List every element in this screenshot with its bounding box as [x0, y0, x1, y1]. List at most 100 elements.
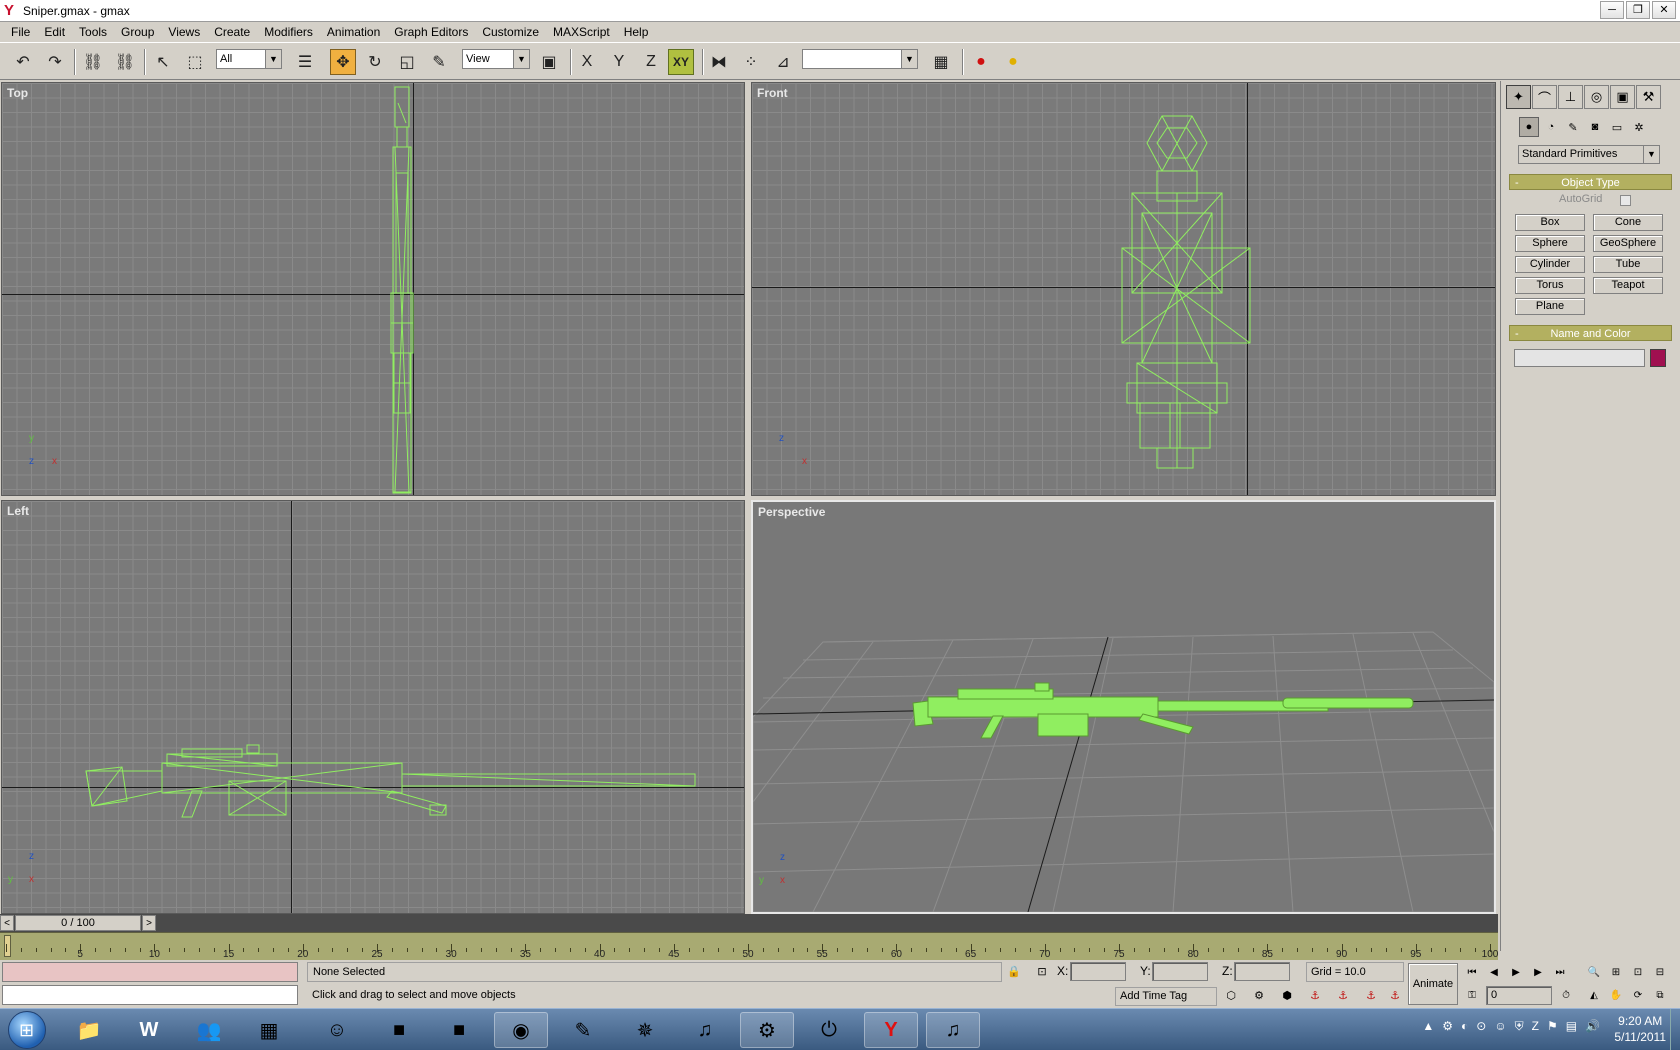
name-and-color-rollout-header[interactable]: - Name and Color: [1509, 325, 1672, 341]
menu-customize[interactable]: Customize: [475, 22, 546, 42]
animate-button[interactable]: Animate: [1408, 963, 1458, 1005]
mirror-icon[interactable]: ⧓: [706, 49, 732, 75]
taskbar-word-icon[interactable]: W: [122, 1012, 176, 1048]
shapes-icon[interactable]: ◔: [1541, 117, 1561, 137]
menu-tools[interactable]: Tools: [72, 22, 114, 42]
cylinder-button[interactable]: Cylinder: [1515, 256, 1585, 273]
absolute-mode-icon[interactable]: ⊡: [1034, 964, 1050, 980]
tray-expand-icon[interactable]: ▲: [1422, 1019, 1434, 1034]
maximize-viewport-icon[interactable]: ⧉: [1650, 986, 1670, 1006]
select-and-move-icon[interactable]: ✥: [330, 49, 356, 75]
selection-filter-dropdown[interactable]: All ▼: [216, 49, 282, 69]
go-to-end-icon[interactable]: ⏭: [1550, 963, 1570, 983]
align-icon[interactable]: ⊿: [770, 49, 796, 75]
taskbar-itunes-open-icon[interactable]: ♫: [926, 1012, 980, 1048]
torus-button[interactable]: Torus: [1515, 277, 1585, 294]
display-tab-icon[interactable]: ▣: [1610, 85, 1635, 109]
select-and-manipulate-icon[interactable]: ✎: [426, 49, 452, 75]
menu-help[interactable]: Help: [617, 22, 656, 42]
restrict-y-button[interactable]: Y: [606, 49, 632, 75]
tray-keyboard-icon[interactable]: Z: [1532, 1019, 1539, 1034]
autogrid-checkbox[interactable]: [1620, 195, 1631, 206]
select-and-rotate-icon[interactable]: ↻: [362, 49, 388, 75]
degradation-override-icon[interactable]: ⬡: [1222, 987, 1240, 1005]
time-slider[interactable]: < 0 / 100 >: [0, 914, 1498, 932]
minimize-button[interactable]: ─: [1600, 1, 1624, 19]
tray-update-icon[interactable]: ⊙: [1476, 1019, 1486, 1034]
maxscript-listener-mini[interactable]: [2, 962, 298, 982]
menu-file[interactable]: File: [4, 22, 37, 42]
taskbar-gimp-icon[interactable]: ✎: [556, 1012, 610, 1048]
plugin-keyboard-icon[interactable]: ⚙: [1250, 987, 1268, 1005]
zoom-extents-all-icon[interactable]: ⊟: [1650, 963, 1670, 983]
plane-button[interactable]: Plane: [1515, 298, 1585, 315]
add-time-tag-button[interactable]: Add Time Tag: [1115, 987, 1217, 1006]
go-to-start-icon[interactable]: ⏮: [1462, 963, 1482, 983]
taskbar-minecraft-icon[interactable]: ■: [372, 1012, 426, 1048]
array-icon[interactable]: ⁘: [738, 49, 764, 75]
create-tab-icon[interactable]: ✦: [1506, 85, 1531, 109]
taskbar-chrome-icon[interactable]: ◉: [494, 1012, 548, 1048]
object-name-field[interactable]: [1514, 349, 1645, 367]
material-editor-icon[interactable]: ●: [968, 49, 994, 75]
tray-security-icon[interactable]: ⛨: [1515, 1019, 1524, 1034]
tray-network-icon[interactable]: ▤: [1566, 1019, 1577, 1034]
pan-icon[interactable]: ✋: [1606, 986, 1626, 1006]
time-slider-prev-arrow-icon[interactable]: <: [0, 915, 14, 931]
viewport-left[interactable]: Left z y x: [1, 500, 745, 914]
hierarchy-tab-icon[interactable]: ⊥: [1558, 85, 1583, 109]
menu-animation[interactable]: Animation: [320, 22, 387, 42]
time-configuration-icon[interactable]: ⏱: [1556, 986, 1576, 1006]
next-frame-icon[interactable]: ▶: [1528, 963, 1548, 983]
taskbar-minecraft-2-icon[interactable]: ■: [432, 1012, 486, 1048]
motion-tab-icon[interactable]: ◎: [1584, 85, 1609, 109]
select-and-link-icon[interactable]: ⛓: [80, 49, 106, 75]
gmax-app-icon[interactable]: Y: [4, 2, 18, 19]
cone-button[interactable]: Cone: [1593, 214, 1663, 231]
time-slider-next-arrow-icon[interactable]: >: [142, 915, 156, 931]
restrict-z-button[interactable]: Z: [638, 49, 664, 75]
helpers-icon[interactable]: ▭: [1607, 117, 1627, 137]
menu-modifiers[interactable]: Modifiers: [257, 22, 320, 42]
close-button[interactable]: ✕: [1652, 1, 1676, 19]
angle-snap-icon[interactable]: ⚓: [1306, 987, 1324, 1005]
maximize-button[interactable]: ❐: [1626, 1, 1650, 19]
object-type-rollout-header[interactable]: - Object Type: [1509, 174, 1672, 190]
track-bar[interactable]: 5 10 15 20 25 30 35 40 45 50 55 60 65 70 75 80 85 90 95 100: [0, 932, 1498, 960]
restrict-x-button[interactable]: X: [574, 49, 600, 75]
viewport-perspective[interactable]: Perspective z y x: [751, 500, 1496, 914]
track-view-icon[interactable]: ▦: [928, 49, 954, 75]
edit-named-selections-icon[interactable]: ⚓: [1386, 987, 1404, 1005]
cameras-icon[interactable]: ◙: [1585, 117, 1605, 137]
taskbar-clock[interactable]: 9:20 AM 5/11/2011: [1614, 1013, 1666, 1045]
select-by-name-icon[interactable]: ☰: [292, 49, 318, 75]
menu-views[interactable]: Views: [161, 22, 207, 42]
arc-rotate-icon[interactable]: ⟳: [1628, 986, 1648, 1006]
viewport-front[interactable]: Front z x: [751, 82, 1496, 496]
menu-maxscript[interactable]: MAXScript: [546, 22, 617, 42]
taskbar-messenger-icon[interactable]: 👥: [182, 1012, 236, 1048]
select-and-scale-icon[interactable]: ◱: [394, 49, 420, 75]
object-color-swatch[interactable]: [1650, 349, 1666, 367]
render-scene-icon[interactable]: ●: [1000, 49, 1026, 75]
tray-yahoo-icon[interactable]: ☺: [1494, 1019, 1506, 1034]
zoom-extents-icon[interactable]: ⊡: [1628, 963, 1648, 983]
taskbar-calculator-icon[interactable]: ▦: [242, 1012, 296, 1048]
lock-selection-icon[interactable]: 🔒: [1006, 964, 1022, 980]
time-slider-thumb[interactable]: 0 / 100: [15, 915, 141, 931]
menu-edit[interactable]: Edit: [37, 22, 72, 42]
modify-tab-icon[interactable]: ⌒: [1532, 85, 1557, 109]
current-frame-field[interactable]: 0: [1486, 986, 1552, 1005]
menu-group[interactable]: Group: [114, 22, 161, 42]
taskbar-utorrent-icon[interactable]: ⏻: [802, 1012, 856, 1048]
geosphere-button[interactable]: GeoSphere: [1593, 235, 1663, 252]
tube-button[interactable]: Tube: [1593, 256, 1663, 273]
tray-volume-icon[interactable]: 🔊: [1585, 1019, 1600, 1034]
tray-flag-icon[interactable]: ⚑: [1547, 1019, 1558, 1034]
lights-icon[interactable]: ✎: [1563, 117, 1583, 137]
show-desktop-button[interactable]: [1670, 1009, 1680, 1050]
primitive-category-dropdown[interactable]: Standard Primitives ▼: [1518, 145, 1660, 164]
sphere-button[interactable]: Sphere: [1515, 235, 1585, 252]
tray-steam-icon[interactable]: ⚙: [1442, 1019, 1453, 1034]
y-coord-field[interactable]: [1152, 962, 1208, 981]
